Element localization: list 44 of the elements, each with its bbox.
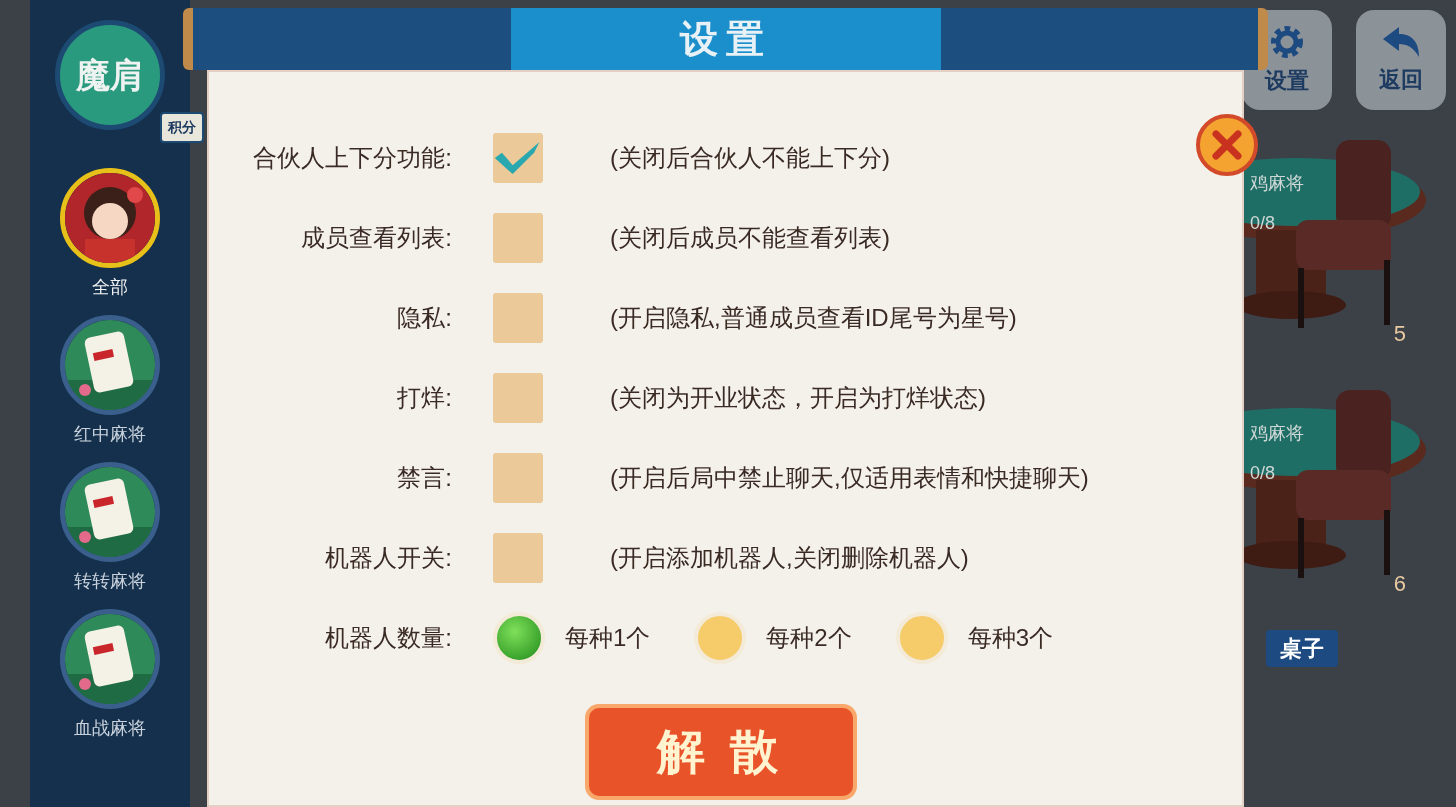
option-description: (关闭后合伙人不能上下分) — [610, 143, 890, 173]
option-label: 成员查看列表: — [300, 223, 452, 253]
checkbox[interactable] — [493, 533, 543, 583]
option-label: 合伙人上下分功能: — [252, 143, 452, 173]
option-label: 机器人数量: — [324, 623, 452, 653]
find-table-button[interactable]: 桌子 — [1266, 630, 1338, 667]
option-description: (开启后局中禁止聊天,仅适用表情和快捷聊天) — [610, 463, 1089, 493]
option-label: 禁言: — [396, 463, 452, 493]
option-description: (开启添加机器人,关闭删除机器人) — [610, 543, 969, 573]
checkbox[interactable] — [493, 293, 543, 343]
dialog-title: 设置 — [679, 16, 772, 62]
logo-badge: 魔肩 — [55, 20, 165, 130]
radio-button[interactable] — [493, 612, 545, 664]
option-label: 机器人开关: — [324, 543, 452, 573]
radio-button[interactable] — [694, 612, 747, 664]
table-seat-count: 0/8 — [1250, 212, 1276, 235]
top-button[interactable]: 返回 — [1356, 10, 1446, 110]
game-label: 全部 — [92, 276, 128, 299]
game-label: 血战麻将 — [74, 717, 146, 740]
settings-icon — [1269, 23, 1305, 60]
checkbox[interactable] — [493, 373, 543, 423]
option-label: 隐私: — [396, 303, 452, 333]
side-tab[interactable]: 积分 — [160, 112, 204, 143]
table-game-label: 鸡麻将 — [1250, 172, 1304, 195]
table-seat-count: 0/8 — [1250, 462, 1276, 485]
close-icon — [1212, 130, 1242, 160]
option-description: (关闭为开业状态，开启为打烊状态) — [610, 383, 986, 413]
radio-label: 每种3个 — [967, 623, 1054, 653]
table-game-label: 鸡麻将 — [1250, 422, 1304, 445]
table-number: 6 — [1393, 570, 1406, 598]
radio-label: 每种2个 — [766, 623, 852, 653]
table-number: 5 — [1393, 320, 1406, 348]
radio-label: 每种1个 — [565, 623, 651, 653]
option-label: 打烊: — [396, 383, 452, 413]
checkbox[interactable] — [493, 213, 543, 263]
radio-button[interactable] — [895, 612, 948, 664]
checkbox[interactable] — [493, 453, 543, 503]
option-description: (关闭后成员不能查看列表) — [610, 223, 890, 253]
game-label: 转转麻将 — [74, 570, 146, 593]
dissolve-button[interactable]: 解 散 — [584, 704, 857, 800]
game-label: 红中麻将 — [74, 423, 146, 446]
checkbox[interactable] — [493, 133, 543, 183]
back-arrow-icon — [1381, 24, 1421, 59]
option-description: (开启隐私,普通成员查看ID尾号为星号) — [610, 303, 1017, 333]
